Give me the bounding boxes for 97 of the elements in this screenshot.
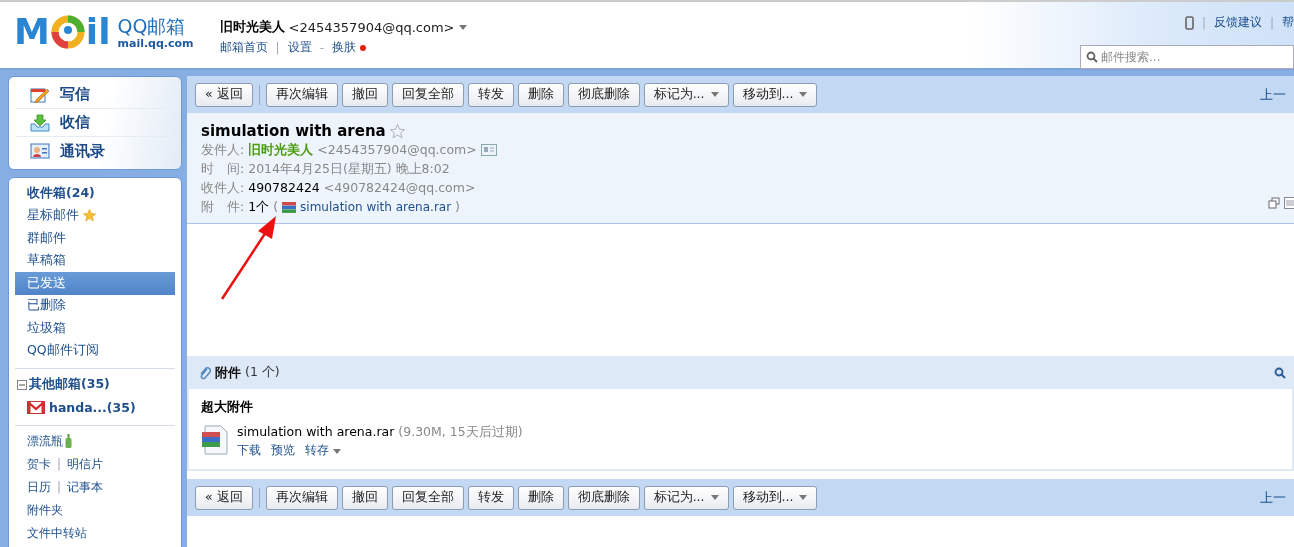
file-name: simulation with arena.rar [237,424,395,440]
header-link[interactable]: 换肤 [332,39,356,56]
phone-icon[interactable] [1184,15,1194,30]
sent-time: 2014年4月25日(星期五) 晚上8:02 [248,161,450,177]
caret-icon [799,495,808,500]
separator: | [1201,15,1206,30]
folder-item[interactable]: 星标邮件 [15,204,175,227]
top-toolbar-button[interactable]: 删除 [517,82,564,107]
top-toolbar-button[interactable]: « 返回 [195,82,253,107]
bottom-toolbar-button[interactable]: 标记为... [643,485,729,510]
open-paren: ( [273,199,279,215]
bottom-toolbar-button[interactable]: 转发 [467,485,514,510]
attachments-title: 附件 [215,363,241,382]
attachment-group-title: 超大附件 [201,399,254,416]
file-action-link[interactable]: 预览 [271,442,295,459]
mail-subject: simulation with arena [201,123,386,139]
quick-action-link[interactable]: 收信 [16,109,174,137]
folder-item[interactable]: 草稿箱 [15,249,175,272]
folder-item[interactable]: QQ邮件订阅 [15,339,175,362]
attachment-count: 1个 [248,199,270,215]
top-toolbar-button[interactable]: 撤回 [341,82,388,107]
contact-card-icon[interactable] [480,144,497,156]
top-toolbar-button[interactable]: 转发 [467,82,514,107]
tool-link[interactable]: 附件夹 [27,501,63,519]
folder-item[interactable]: 已删除 [15,294,175,317]
tool-link[interactable]: 贺卡 [27,455,51,473]
caret-icon [710,495,719,500]
file-action-link[interactable]: 转存 [305,442,341,459]
bottle-icon [65,434,72,448]
caret-icon [332,449,341,454]
collapse-icon[interactable] [17,379,27,390]
file-action-link[interactable]: 下载 [237,442,261,459]
field-label: 附 件: [201,199,245,215]
star-icon [83,209,96,223]
top-link[interactable]: 反馈建议 [1213,14,1262,31]
caret-icon [710,92,719,97]
top-toolbar-button[interactable]: 移动到... [732,82,818,107]
bottom-toolbar-button[interactable]: 彻底删除 [567,485,640,510]
caret-icon [799,92,808,97]
tool-link[interactable]: 记事本 [67,478,104,496]
separator: - [319,40,324,55]
folder-item[interactable]: 收件箱(24) [15,182,175,205]
bottom-toolbar-button[interactable]: 撤回 [341,485,388,510]
download-tray-icon [30,113,50,132]
document-icon[interactable] [1284,197,1294,209]
tool-link[interactable]: 日历 [27,478,51,496]
recipient-name[interactable]: 490782424 [248,180,320,196]
separator: | [57,480,62,494]
mailbox-item[interactable]: handa...(35) [15,396,175,419]
top-link[interactable]: 帮 [1282,14,1294,31]
top-toolbar-button[interactable]: 回复全部 [391,82,464,107]
folder-item[interactable]: 群邮件 [15,227,175,250]
top-toolbar-button[interactable]: 彻底删除 [567,82,640,107]
star-icon[interactable] [389,123,405,139]
close-paren: ) [455,199,460,215]
archive-icon [282,201,297,213]
attachment-link[interactable]: simulation with arena.rar [300,199,452,215]
separator: | [1269,15,1274,30]
tool-link[interactable]: 漂流瓶 [27,432,63,450]
new-window-icon[interactable] [1268,197,1280,209]
sender-address: <2454357904@qq.com> [317,142,477,158]
search-icon [1086,51,1098,63]
top-toolbar-button[interactable]: 标记为... [643,82,729,107]
search-icon[interactable] [1274,366,1286,379]
account-address: <2454357904@qq.com> [288,19,455,35]
bottom-toolbar-button[interactable]: 回复全部 [391,485,464,510]
separator: | [57,457,62,471]
bottom-toolbar-button[interactable]: « 返回 [195,485,253,510]
archive-file-icon [201,424,229,456]
tool-link[interactable]: 明信片 [67,455,104,473]
field-label: 发件人: [201,142,245,158]
file-meta: (9.30M, 15天后过期) [398,424,523,440]
bottom-toolbar-button[interactable]: 删除 [517,485,564,510]
header-link[interactable]: 设置 [287,39,312,56]
field-label: 收件人: [201,180,245,196]
contact-card-icon [30,143,50,159]
caret-icon [458,24,467,30]
top-toolbar-button[interactable]: 再次编辑 [265,82,338,107]
attachments-count: (1 个) [245,364,280,381]
quick-action-link[interactable]: 通讯录 [16,137,174,165]
previous-mail-link[interactable]: 上一 [1260,488,1286,507]
bottom-toolbar-button[interactable]: 移动到... [732,485,818,510]
envelope-icon [27,400,45,414]
search-field[interactable]: 邮件搜索... [1080,45,1294,69]
folder-item[interactable]: 垃圾箱 [15,317,175,340]
bottom-toolbar-button[interactable]: 再次编辑 [265,485,338,510]
account-name: 旧时光美人 [219,18,285,36]
separator: | [275,40,280,55]
mailbox-group-label[interactable]: 其他邮箱(35) [29,376,110,393]
header-link[interactable]: 邮箱首页 [219,39,268,56]
paperclip-icon [199,365,211,380]
quick-action-link[interactable]: 写信 [16,81,174,109]
tool-link[interactable]: 文件中转站 [27,524,87,542]
recipient-address: <490782424@qq.com> [323,180,476,196]
field-label: 时 间: [201,161,245,177]
previous-mail-link[interactable]: 上一 [1260,85,1286,104]
pencil-note-icon [30,85,50,104]
